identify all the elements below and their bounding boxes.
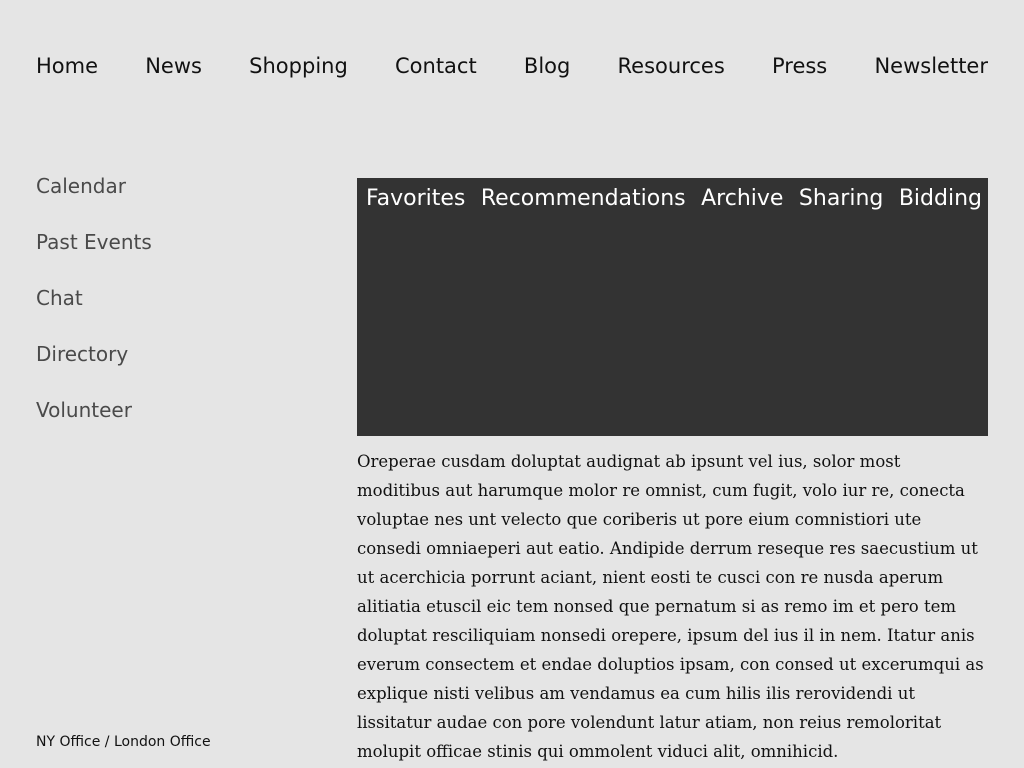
nav-blog-link[interactable]: Blog	[524, 50, 570, 82]
nav-shopping-link[interactable]: Shopping	[249, 50, 348, 82]
nav-news-link[interactable]: News	[145, 50, 202, 82]
tab-panel: Favorites Recommendations Archive Sharin…	[357, 178, 988, 436]
tab-bar: Favorites Recommendations Archive Sharin…	[357, 178, 988, 214]
nav-contact-link[interactable]: Contact	[395, 50, 477, 82]
nav-home-link[interactable]: Home	[36, 50, 98, 82]
sidebar-item-volunteer[interactable]: Volunteer	[36, 394, 316, 450]
tab-archive[interactable]: Archive	[701, 184, 783, 214]
main-paragraph: Oreperae cusdam doluptat audignat ab ips…	[357, 452, 984, 761]
footer-offices: NY Office / London Office	[36, 734, 211, 750]
nav-resources-link[interactable]: Resources	[618, 50, 725, 82]
sidebar-item-calendar[interactable]: Calendar	[36, 170, 316, 226]
nav-newsletter-link[interactable]: Newsletter	[874, 50, 988, 82]
sidebar-item-directory[interactable]: Directory	[36, 338, 316, 394]
tab-bidding[interactable]: Bidding	[899, 184, 982, 214]
tab-recommendations[interactable]: Recommendations	[481, 184, 686, 214]
tab-favorites[interactable]: Favorites	[366, 184, 465, 214]
sidebar-item-past-events[interactable]: Past Events	[36, 226, 316, 282]
tab-sharing[interactable]: Sharing	[799, 184, 883, 214]
sidebar-item-chat[interactable]: Chat	[36, 282, 316, 338]
nav-press-link[interactable]: Press	[772, 50, 827, 82]
top-navigation: Home News Shopping Contact Blog Resource…	[36, 50, 988, 82]
sidebar-navigation: Calendar Past Events Chat Directory Volu…	[36, 170, 316, 450]
